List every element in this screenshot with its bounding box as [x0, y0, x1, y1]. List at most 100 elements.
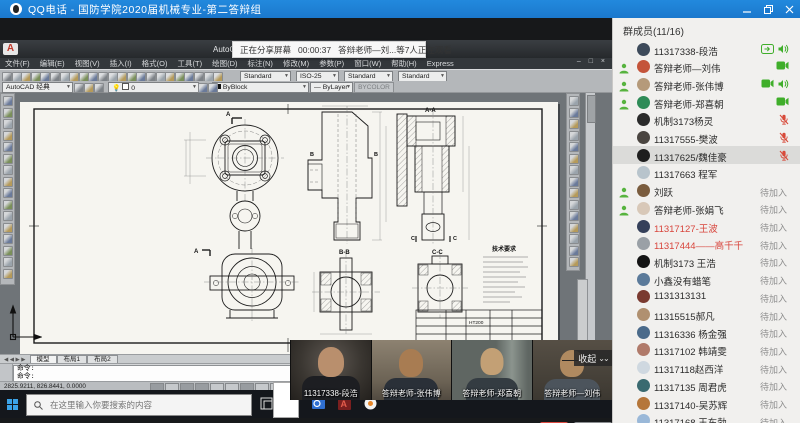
toolbar-icon[interactable] — [136, 72, 146, 82]
member-row[interactable]: 11317127-王波待加入 — [613, 217, 800, 235]
toolbar-icon[interactable] — [165, 72, 175, 82]
autocad-window-controls[interactable]: – □ × — [577, 58, 608, 65]
toolbar-icon[interactable] — [569, 119, 579, 129]
autocad-canvas[interactable]: A — [0, 93, 612, 354]
toolbar-icon[interactable] — [21, 72, 31, 82]
video-thumbnail-4[interactable]: 答辩老师—刘伟 — [532, 340, 613, 400]
toolbar-icon[interactable] — [569, 188, 579, 198]
workspace-combo[interactable]: AutoCAD 经典▼ — [2, 82, 73, 93]
member-row[interactable]: 答辩老师-郑喜朝 — [613, 93, 800, 111]
menu-item-10[interactable]: 窗口(W) — [354, 58, 381, 69]
menu-item-0[interactable]: 文件(F) — [5, 58, 30, 69]
menu-item-5[interactable]: 工具(T) — [178, 58, 203, 69]
layer-combo[interactable]: 💡 0▼ — [108, 82, 199, 93]
toolbar-icon[interactable] — [569, 234, 579, 244]
member-row[interactable]: 11316336 杨金强待加入 — [613, 323, 800, 341]
toolbar-icon[interactable] — [3, 200, 13, 210]
toolbar-icon[interactable] — [569, 142, 579, 152]
toolbar-icon[interactable] — [3, 257, 13, 267]
toolbar-icon[interactable] — [94, 83, 104, 93]
toolbar-icon[interactable] — [569, 131, 579, 141]
member-row[interactable]: 11317625/魏佳豪 — [613, 146, 800, 164]
toolbar-icon[interactable] — [146, 72, 156, 82]
toolbar-icon[interactable] — [569, 154, 579, 164]
toolbar-icon[interactable] — [156, 72, 166, 82]
member-row[interactable]: 答辩老师-张娟飞待加入 — [613, 199, 800, 217]
menu-item-12[interactable]: Express — [427, 59, 454, 68]
draw-toolbar[interactable] — [0, 93, 15, 285]
toolbar-icon[interactable] — [198, 83, 208, 93]
color-combo[interactable]: ByBlock▼ — [212, 82, 309, 93]
member-row[interactable]: 11317118赵西洋待加入 — [613, 359, 800, 377]
toolbar-icon[interactable] — [569, 246, 579, 256]
member-row[interactable]: 答辩老师—刘伟 — [613, 58, 800, 76]
menu-item-4[interactable]: 格式(O) — [142, 58, 168, 69]
toolbar-icon[interactable] — [184, 72, 194, 82]
toolbar-icon[interactable] — [79, 72, 89, 82]
toolbar-icon[interactable] — [108, 72, 118, 82]
toolbar-icon[interactable] — [208, 83, 218, 93]
menu-item-2[interactable]: 视图(V) — [75, 58, 100, 69]
member-row[interactable]: 机制3173杨灵 — [613, 111, 800, 129]
member-row[interactable]: 小鑫没有蜡笔待加入 — [613, 270, 800, 288]
member-row[interactable]: 答辩老师-张伟博 — [613, 75, 800, 93]
toolbar-icon[interactable] — [569, 177, 579, 187]
member-row[interactable]: 11317555-樊波 — [613, 129, 800, 147]
toolbar-icon[interactable] — [3, 119, 13, 129]
toolbar-icon[interactable] — [84, 83, 94, 93]
toolbar-icon[interactable] — [3, 211, 13, 221]
menu-item-1[interactable]: 编辑(E) — [40, 58, 65, 69]
member-row[interactable]: 11317135 周君虎待加入 — [613, 376, 800, 394]
minimize-icon[interactable] — [743, 5, 752, 14]
toolbar-icon[interactable] — [127, 72, 137, 82]
toolbar-icon[interactable] — [74, 83, 84, 93]
video-thumbnail-2[interactable]: 答辩老师-张伟博 — [371, 340, 452, 400]
toolbar-icon[interactable] — [204, 72, 214, 82]
member-row[interactable]: 1131313131待加入 — [613, 288, 800, 306]
modify-toolbar[interactable] — [566, 93, 580, 271]
toolbar-icon[interactable] — [31, 72, 41, 82]
toolbar-icon[interactable] — [3, 96, 13, 106]
member-row[interactable]: 11315515郝凡待加入 — [613, 306, 800, 324]
member-row[interactable]: 11317102 韩靖雯待加入 — [613, 341, 800, 359]
restore-icon[interactable] — [764, 5, 773, 14]
toolbar-icon[interactable] — [3, 223, 13, 233]
toolbar-icon[interactable] — [40, 72, 50, 82]
toolbar-icon[interactable] — [3, 142, 13, 152]
toolbar-icon[interactable] — [3, 131, 13, 141]
member-row[interactable]: 机制3173 王浩待加入 — [613, 252, 800, 270]
toolbar-icon[interactable] — [3, 177, 13, 187]
menu-item-8[interactable]: 修改(M) — [283, 58, 309, 69]
menu-item-11[interactable]: 帮助(H) — [391, 58, 416, 69]
toolbar-icon[interactable] — [3, 165, 13, 175]
toolbar-icon[interactable] — [50, 72, 60, 82]
menu-item-6[interactable]: 绘图(D) — [212, 58, 237, 69]
member-row[interactable]: 11317168 王东勃待加入 — [613, 412, 800, 423]
command-grip[interactable] — [0, 364, 13, 381]
video-thumbnail-3[interactable]: 答辩老师-郑喜朝 — [451, 340, 532, 400]
member-row[interactable]: 11317338-段浩 — [613, 40, 800, 58]
task-view-icon[interactable] — [260, 397, 274, 411]
toolbar-icon[interactable] — [3, 108, 13, 118]
toolbar-icon[interactable] — [3, 154, 13, 164]
toolbar-icon[interactable] — [3, 269, 13, 279]
toolbar-icon[interactable] — [175, 72, 185, 82]
menu-item-9[interactable]: 参数(P) — [319, 58, 344, 69]
menu-item-7[interactable]: 标注(N) — [248, 58, 273, 69]
toolbar-icon[interactable] — [569, 96, 579, 106]
toolbar-icon[interactable] — [3, 234, 13, 244]
toolbar-icon[interactable] — [569, 165, 579, 175]
toolbar-icon[interactable] — [88, 72, 98, 82]
toolbar-icon[interactable] — [69, 72, 79, 82]
toolbar-icon[interactable] — [12, 72, 22, 82]
member-row[interactable]: 11317140-吴苏辉待加入 — [613, 394, 800, 412]
toolbar-icon[interactable] — [569, 211, 579, 221]
search-input[interactable] — [48, 399, 232, 411]
member-row[interactable]: 11317444——高千千待加入 — [613, 235, 800, 253]
palette-tab[interactable] — [577, 279, 588, 347]
toolbar-icon[interactable] — [3, 188, 13, 198]
toolbar-icon[interactable] — [569, 257, 579, 267]
toolbar-icon[interactable] — [569, 108, 579, 118]
taskbar-search[interactable] — [26, 394, 252, 416]
start-button[interactable] — [7, 399, 18, 410]
